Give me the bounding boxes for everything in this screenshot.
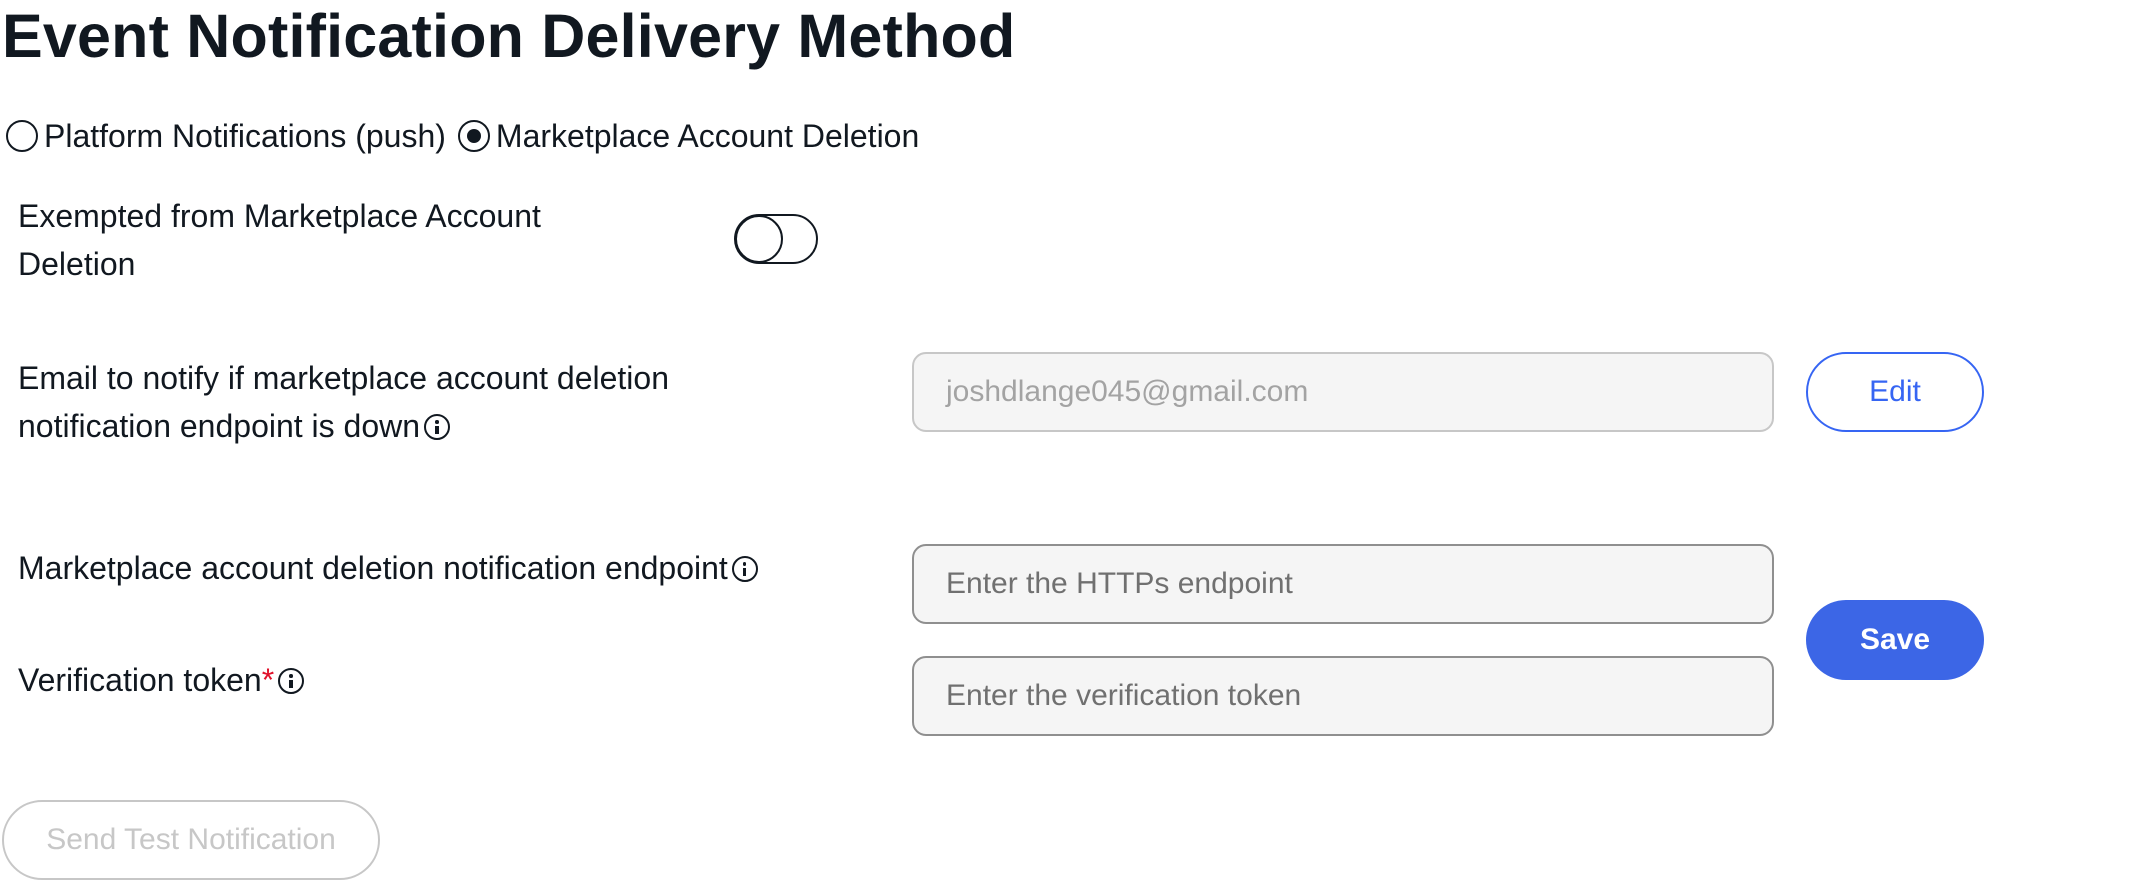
edit-email-button[interactable]: Edit bbox=[1806, 352, 1984, 432]
info-icon[interactable] bbox=[731, 556, 758, 582]
token-label: Verification token bbox=[18, 662, 262, 698]
email-label-line2: notification endpoint is down bbox=[18, 408, 421, 444]
email-field: joshdlange045@gmail.com bbox=[912, 352, 1774, 432]
email-label: Email to notify if marketplace account d… bbox=[18, 354, 669, 450]
toggle-knob bbox=[735, 215, 783, 263]
endpoint-label-row: Marketplace account deletion notificatio… bbox=[18, 544, 758, 592]
radio-label-marketplace-account-deletion[interactable]: Marketplace Account Deletion bbox=[496, 118, 919, 155]
email-label-line1: Email to notify if marketplace account d… bbox=[18, 360, 669, 396]
exempt-label-line1: Exempted from Marketplace Account bbox=[18, 198, 541, 234]
radio-label-platform-notifications[interactable]: Platform Notifications (push) bbox=[44, 118, 446, 155]
token-label-row: Verification token* bbox=[18, 656, 305, 704]
radio-platform-notifications[interactable] bbox=[6, 120, 38, 152]
required-mark: * bbox=[261, 662, 275, 698]
save-button[interactable]: Save bbox=[1806, 600, 1984, 680]
radio-marketplace-account-deletion[interactable] bbox=[457, 120, 490, 152]
exempt-label: Exempted from Marketplace Account Deleti… bbox=[18, 192, 541, 288]
delivery-method-radio-group: Platform Notifications (push) Marketplac… bbox=[6, 118, 931, 154]
exempt-toggle[interactable] bbox=[734, 214, 818, 264]
info-icon[interactable] bbox=[278, 668, 305, 694]
endpoint-input[interactable]: Enter the HTTPs endpoint bbox=[912, 544, 1774, 624]
endpoint-label: Marketplace account deletion notificatio… bbox=[18, 550, 728, 586]
page-title: Event Notification Delivery Method bbox=[2, 2, 1016, 70]
send-test-notification-button: Send Test Notification bbox=[2, 800, 380, 880]
exempt-label-line2: Deletion bbox=[18, 246, 136, 282]
verification-token-input[interactable]: Enter the verification token bbox=[912, 656, 1774, 736]
info-icon[interactable] bbox=[424, 414, 451, 440]
